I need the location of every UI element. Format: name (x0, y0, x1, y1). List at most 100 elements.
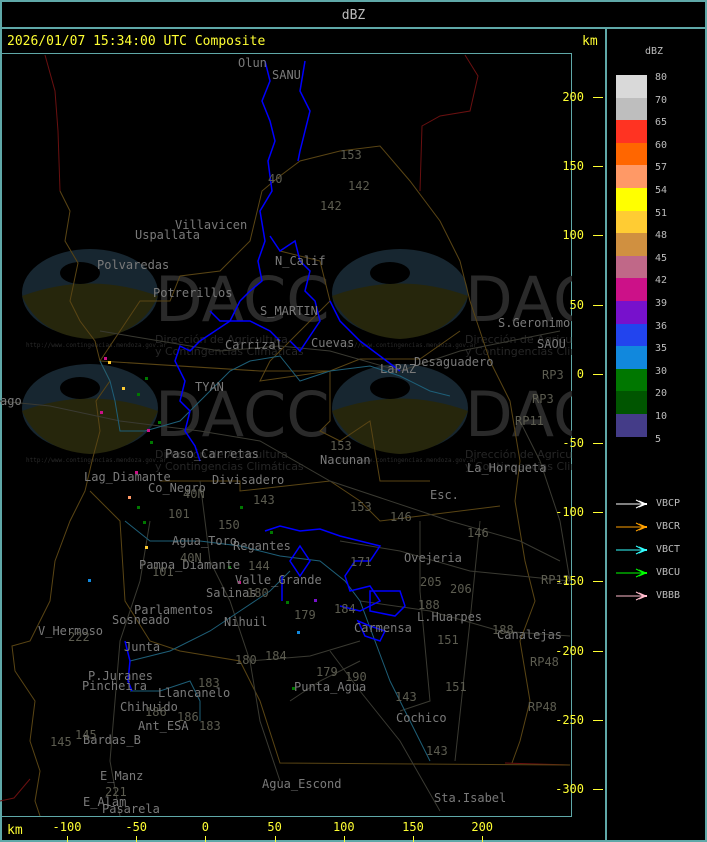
x-tick-label: 0 (201, 820, 209, 834)
echo-pixel (122, 387, 125, 390)
route-label: 180 (235, 653, 257, 667)
y-tick: 150 (562, 159, 606, 180)
map-canvas[interactable]: DACCDirección de Agriculturay Contingenc… (0, 54, 572, 818)
place-label: L.Huarpes (417, 610, 482, 624)
color-scale-label: 70 (655, 94, 668, 106)
place-label: Polvaredas (97, 258, 169, 272)
place-label: La_Horqueta (467, 461, 546, 475)
svg-text:http://www.contingencias.mendo: http://www.contingencias.mendoza.gov.ar (336, 342, 477, 349)
x-tick: 150 (393, 820, 433, 842)
place-label: N_Calif (275, 254, 326, 268)
color-scale-label: 60 (655, 139, 668, 151)
route-label: 179 (294, 608, 316, 622)
route-label: 205 (420, 575, 442, 589)
y-tick: 0 (572, 367, 606, 388)
route-label: 144 (248, 559, 270, 573)
color-scale-label: 80 (655, 72, 668, 83)
route-label: 143 (253, 493, 275, 507)
place-label: S_MARTIN (260, 304, 318, 318)
color-scale-label: 54 (655, 185, 668, 196)
border-line (44, 54, 61, 192)
x-tick-label: -50 (125, 820, 148, 834)
color-swatch-30 (616, 368, 647, 392)
route-label: 151 (437, 633, 459, 647)
color-scale-label: 65 (655, 117, 668, 129)
x-tick: 50 (255, 820, 295, 842)
route-label: 40N (180, 551, 202, 565)
route-label: 145 (75, 728, 97, 742)
route-label: 183 (198, 676, 220, 690)
color-scale-label: 51 (655, 207, 668, 219)
svg-text:http://www.contingencias.mendo: http://www.contingencias.mendoza.gov.ar (26, 457, 167, 464)
dacc-logo-watermark: DACCDirección de Agriculturay Contingenc… (332, 249, 572, 358)
place-label: Cochico (396, 711, 447, 725)
place-label: Sta.Isabel (434, 791, 506, 805)
color-swatch-54 (616, 188, 647, 211)
color-scale-label: 48 (655, 230, 668, 242)
place-label: SAOU (537, 337, 566, 351)
place-label: Sosneado (112, 613, 170, 627)
y-tick: -50 (562, 436, 606, 457)
echo-pixel (150, 441, 153, 444)
color-swatch-36 (616, 323, 647, 347)
x-tick: -50 (116, 820, 156, 842)
route-label: 179 (316, 665, 338, 679)
echo-pixel (145, 546, 148, 549)
radar-legend-item[interactable]: VBCP (616, 498, 706, 510)
echo-pixel (297, 631, 300, 634)
color-scale-label: 10 (655, 411, 668, 422)
x-tick-label: 50 (267, 820, 282, 834)
route-label: 221 (105, 785, 127, 799)
arrow-icon (616, 522, 648, 532)
radar-legend-item[interactable]: VBBB (616, 590, 706, 602)
route-label: 190 (345, 670, 367, 684)
radar-legend-item[interactable]: VBCR (616, 521, 706, 533)
color-swatch-57 (616, 165, 647, 189)
place-label: S.Geronimo (498, 316, 570, 330)
radar-name: VBBB (656, 590, 681, 601)
route-label: 171 (350, 555, 372, 569)
y-tick-label: 200 (562, 90, 584, 104)
place-label: Nihuil (224, 615, 267, 629)
place-label: Agua_Toro (172, 534, 237, 548)
color-scale-label: 57 (655, 162, 668, 174)
svg-text:y Contingencias Climáticas: y Contingencias Climáticas (155, 460, 304, 473)
place-label: Ovejeria (404, 551, 462, 565)
route-label: 180 (247, 586, 269, 600)
color-swatch-39 (616, 301, 647, 324)
echo-pixel (128, 496, 131, 499)
color-swatch-60 (616, 142, 647, 166)
arrow-icon (616, 545, 648, 555)
route-label: 146 (467, 526, 489, 540)
x-unit-label: km (7, 823, 23, 838)
place-label: TYAN (195, 380, 224, 394)
echo-pixel (104, 357, 107, 360)
legend-title: dBZ (645, 46, 664, 57)
radar-map[interactable]: DACC Dirección de Agricultura y Contingenc… (0, 53, 572, 817)
color-scale-label: 20 (655, 388, 668, 400)
radar-legend-item[interactable]: VBCU (616, 567, 706, 579)
place-label: Valle_Grande (235, 573, 322, 587)
color-swatch-65 (616, 120, 647, 144)
route-label: 142 (320, 199, 342, 213)
place-label: ago (0, 394, 22, 408)
color-swatch-51 (616, 210, 647, 234)
place-label: Uspallata (135, 228, 200, 242)
road-line (199, 480, 281, 782)
radar-legend-item[interactable]: VBCT (616, 544, 706, 556)
route-label: RP11 (515, 414, 544, 428)
timestamp-label: 2026/01/07 15:34:00 UTC Composite (7, 34, 266, 49)
route-label: 153 (340, 148, 362, 162)
place-label: Carrizal (225, 338, 283, 352)
place-label: Agua_Escond (262, 777, 341, 791)
y-tick-label: 150 (562, 159, 584, 174)
x-tick-label: 200 (471, 820, 494, 834)
title-bar: dBZ (0, 0, 707, 29)
y-tick-label: -150 (555, 574, 584, 589)
place-label: Olun (238, 56, 267, 70)
route-label: 183 (199, 719, 221, 733)
y-tick-label: 100 (562, 228, 584, 243)
place-label: Desaguadero (414, 355, 493, 369)
y-tick-label: 0 (576, 366, 584, 381)
border-line (419, 54, 479, 192)
